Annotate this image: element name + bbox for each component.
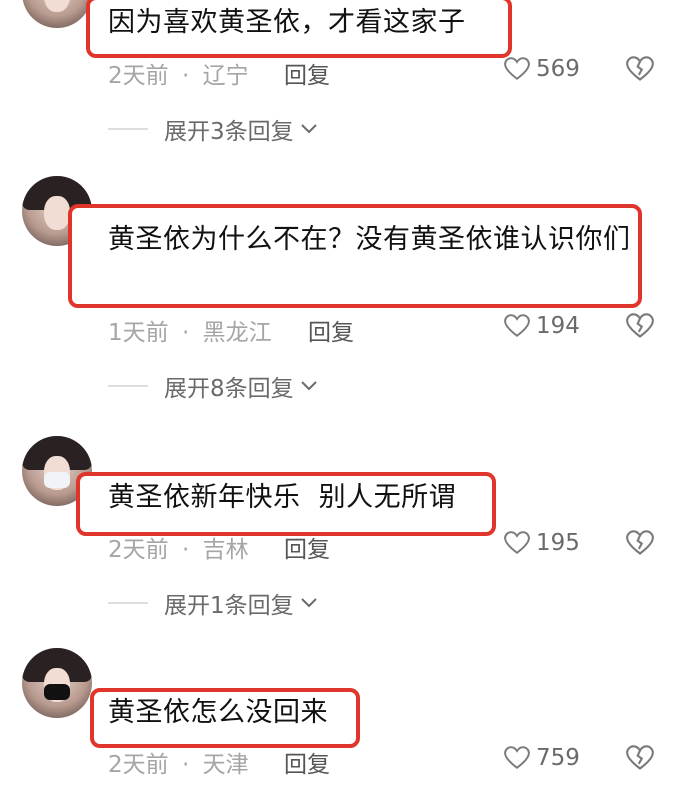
like-count: 759 bbox=[536, 745, 580, 771]
meta-separator: · bbox=[181, 320, 190, 346]
expand-replies-label: 展开3条回复 bbox=[164, 119, 294, 145]
divider-line bbox=[108, 602, 148, 604]
comment-meta: 2天前 · 辽宁 bbox=[108, 56, 249, 90]
comment-location: 天津 bbox=[202, 752, 249, 778]
broken-heart-icon[interactable] bbox=[626, 313, 654, 339]
meta-separator: · bbox=[181, 63, 190, 89]
like-count: 569 bbox=[536, 56, 580, 82]
reply-button[interactable]: 回复 bbox=[308, 313, 354, 347]
divider-line bbox=[108, 128, 148, 130]
heart-outline-icon bbox=[504, 746, 530, 769]
heart-outline-icon bbox=[504, 314, 530, 337]
reply-button[interactable]: 回复 bbox=[284, 745, 330, 779]
broken-heart-icon[interactable] bbox=[626, 530, 654, 556]
like-button[interactable]: 759 bbox=[504, 745, 580, 771]
broken-heart-icon[interactable] bbox=[626, 56, 654, 82]
meta-separator: · bbox=[181, 752, 190, 778]
comment-location: 辽宁 bbox=[202, 63, 249, 89]
avatar[interactable] bbox=[22, 648, 92, 718]
comment-meta: 1天前 · 黑龙江 bbox=[108, 313, 272, 347]
comment-location: 黑龙江 bbox=[202, 320, 272, 346]
chevron-down-icon bbox=[300, 124, 317, 134]
meta-separator: · bbox=[181, 537, 190, 563]
like-button[interactable]: 194 bbox=[504, 313, 580, 339]
expand-replies[interactable]: 展开8条回复 bbox=[108, 369, 318, 403]
comment-text: 黄圣依怎么没回来 bbox=[108, 697, 328, 728]
comment-time: 2天前 bbox=[108, 63, 169, 89]
divider-line bbox=[108, 385, 148, 387]
comment-location: 吉林 bbox=[202, 537, 249, 563]
like-count: 194 bbox=[536, 313, 580, 339]
expand-replies-label: 展开1条回复 bbox=[164, 593, 294, 619]
reply-button[interactable]: 回复 bbox=[284, 56, 330, 90]
chevron-down-icon bbox=[300, 381, 317, 391]
comment-time: 2天前 bbox=[108, 752, 169, 778]
like-button[interactable]: 195 bbox=[504, 530, 580, 556]
like-button[interactable]: 569 bbox=[504, 56, 580, 82]
comment-time: 1天前 bbox=[108, 320, 169, 346]
comment-text: 黄圣依新年快乐 别人无所谓 bbox=[108, 482, 457, 513]
avatar[interactable] bbox=[22, 0, 92, 28]
heart-outline-icon bbox=[504, 531, 530, 554]
heart-outline-icon bbox=[504, 57, 530, 80]
expand-replies[interactable]: 展开1条回复 bbox=[108, 586, 318, 620]
expand-replies-label: 展开8条回复 bbox=[164, 376, 294, 402]
broken-heart-icon[interactable] bbox=[626, 745, 654, 771]
comment-meta: 2天前 · 天津 bbox=[108, 745, 249, 779]
comment-text: 黄圣依为什么不在？没有黄圣依谁认识你们 bbox=[108, 224, 631, 255]
comment-time: 2天前 bbox=[108, 537, 169, 563]
expand-replies[interactable]: 展开3条回复 bbox=[108, 112, 318, 146]
chevron-down-icon bbox=[300, 598, 317, 608]
comment-text: 因为喜欢黄圣依，才看这家子 bbox=[108, 7, 466, 38]
reply-button[interactable]: 回复 bbox=[284, 530, 330, 564]
comment-meta: 2天前 · 吉林 bbox=[108, 530, 249, 564]
like-count: 195 bbox=[536, 530, 580, 556]
